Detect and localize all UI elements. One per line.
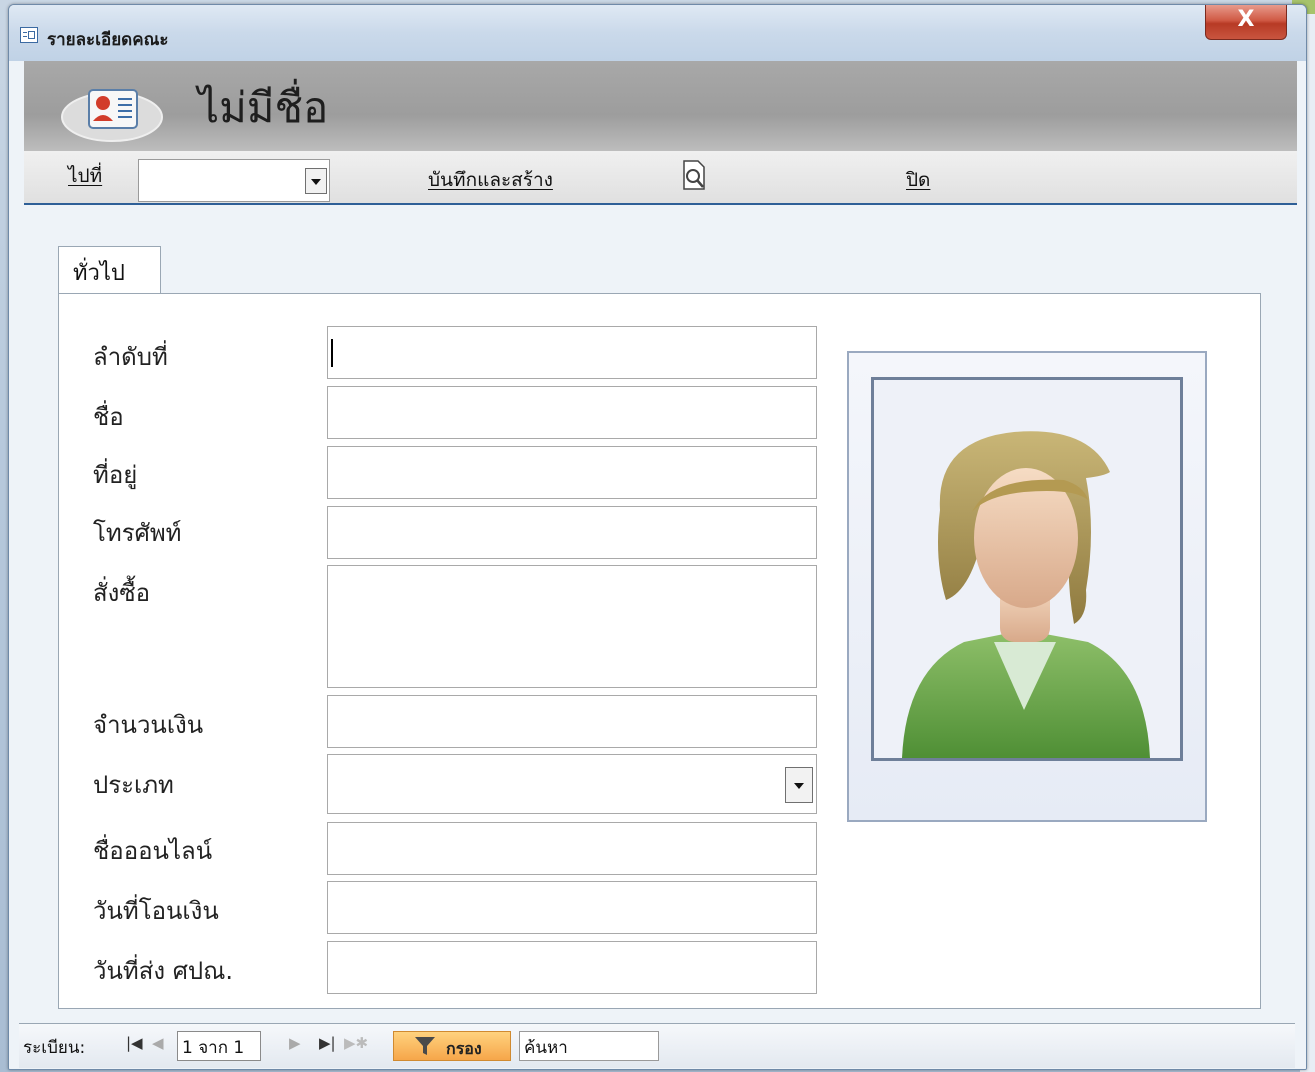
filter-button[interactable]: กรอง [393,1031,511,1061]
form-header: ไม่มีชื่อ [24,61,1297,151]
form-icon [20,27,38,43]
chevron-down-icon[interactable] [785,767,813,803]
chevron-down-icon[interactable] [305,168,327,194]
label-phone: โทรศัพท์ [93,519,182,547]
new-record-icon[interactable]: ▶✱ [344,1034,368,1052]
order-number-field[interactable] [327,326,817,379]
window-close-button[interactable]: X [1205,5,1287,40]
phone-field[interactable] [327,506,817,559]
label-online-name: ชื่อออนไลน์ [93,837,213,865]
order-field[interactable] [327,565,817,688]
form-window: รายละเอียดคณะ X ไม่มีชื่อ ไปที่ บันทึกแล… [8,4,1307,1070]
window-title: รายละเอียดคณะ [47,30,169,50]
close-form-button[interactable]: ปิด [906,165,930,195]
search-input[interactable]: ค้นหา [519,1031,659,1061]
last-record-icon[interactable]: ▶| [319,1034,336,1052]
photo-inner-frame [871,377,1183,761]
amount-field[interactable] [327,695,817,748]
label-transfer-date: วันที่โอนเงิน [93,897,219,925]
goto-label: ไปที่ [68,165,103,187]
label-order: สั่งซื้อ [93,579,151,607]
photo-attachment[interactable] [847,351,1207,822]
record-title: ไม่มีชื่อ [198,83,329,132]
type-combo[interactable] [327,754,817,814]
tab-general[interactable]: ทั่วไป [58,246,161,294]
previous-record-icon[interactable]: ◀ [152,1034,164,1052]
label-name: ชื่อ [93,403,124,431]
ship-date-field[interactable] [327,941,817,994]
record-navigation-bar: ระเบียน: |◀ ◀ 1 จาก 1 ▶ ▶| ▶✱ กรอง ค้นหา [19,1023,1295,1068]
label-type: ประเภท [93,771,174,799]
goto-combo[interactable] [138,159,330,202]
person-placeholder-icon [902,431,1150,758]
title-bar[interactable]: รายละเอียดคณะ X [9,5,1306,61]
label-order-number: ลำดับที่ [93,343,168,371]
address-field[interactable] [327,446,817,499]
text-caret [331,339,333,367]
first-record-icon[interactable]: |◀ [126,1034,143,1052]
form-content: ไม่มีชื่อ ไปที่ บันทึกและสร้าง ปิด ทั่วไ… [9,61,1306,1069]
label-amount: จำนวนเงิน [93,711,204,739]
transfer-date-field[interactable] [327,881,817,934]
funnel-icon [415,1037,435,1055]
name-field[interactable] [327,386,817,439]
next-record-icon[interactable]: ▶ [289,1034,301,1052]
filter-label: กรอง [446,1039,482,1058]
label-ship-date: วันที่ส่ง ศปณ. [93,957,234,985]
contact-card-icon [61,89,163,142]
record-label: ระเบียน: [23,1038,86,1058]
online-name-field[interactable] [327,822,817,875]
label-address: ที่อยู่ [93,461,138,489]
form-toolbar: ไปที่ บันทึกและสร้าง ปิด [24,151,1297,205]
tab-general-label: ทั่วไป [73,261,125,286]
record-position-field[interactable]: 1 จาก 1 [177,1031,261,1061]
save-and-new-button[interactable]: บันทึกและสร้าง [428,165,553,195]
find-icon[interactable] [680,159,710,191]
